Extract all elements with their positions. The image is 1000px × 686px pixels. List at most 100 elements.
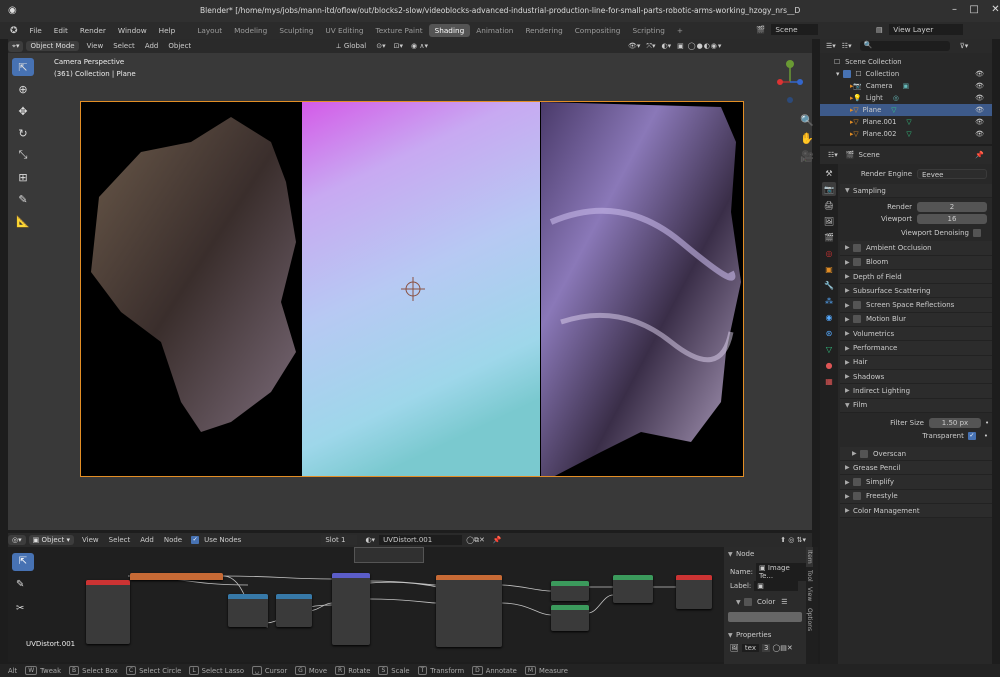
node-editor-canvas[interactable]: ⇱ ✎ ✂ UVDistort.001 (8, 547, 724, 662)
tab-view[interactable]: View (806, 584, 813, 604)
measure-tool-icon[interactable]: 📐 (12, 212, 34, 230)
physics-tab-icon[interactable]: ◉ (822, 310, 836, 324)
viewport-samples-field[interactable]: 16 (917, 214, 987, 225)
tab-texture-paint[interactable]: Texture Paint (369, 24, 428, 37)
transform-orientation[interactable]: Global (344, 42, 366, 50)
material-browse-icon[interactable]: ◐▾ (365, 536, 375, 544)
outliner-item-camera[interactable]: ▸📷 Camera ▣ 👁 (820, 80, 992, 92)
image-users-count[interactable]: 3 (761, 644, 771, 652)
color-checkbox[interactable] (744, 598, 752, 606)
tab-compositing[interactable]: Compositing (569, 24, 627, 37)
particles-tab-icon[interactable]: ⁂ (822, 294, 836, 308)
tab-sculpting[interactable]: Sculpting (273, 24, 319, 37)
eye-icon[interactable]: 👁 (975, 82, 984, 90)
outliner-item-plane[interactable]: ▸▽ Plane ▽ 👁 (820, 104, 992, 116)
outliner-item-light[interactable]: ▸💡 Light ◎ 👁 (820, 92, 992, 104)
editor-type-icon[interactable]: ◎▾ (8, 535, 26, 545)
node-material-output[interactable] (676, 575, 712, 609)
node-color-swatch[interactable] (728, 612, 802, 622)
node-mapping[interactable] (332, 573, 370, 645)
section-indirect-lighting[interactable]: ▶ Indirect Lighting (840, 384, 992, 399)
display-mode-icon[interactable]: ☷▾ (842, 42, 852, 50)
menu-window[interactable]: Window (112, 26, 153, 35)
section-ssr[interactable]: ▶ Screen Space Reflections (840, 298, 992, 313)
zoom-icon[interactable]: 🔍 (800, 112, 814, 130)
tab-animation[interactable]: Animation (470, 24, 519, 37)
xray-icon[interactable]: ▣ (677, 42, 684, 50)
node-mix-shader[interactable] (613, 575, 653, 603)
tool-tab-icon[interactable]: ⚒ (822, 166, 836, 180)
outliner-editor-icon[interactable]: ☰▾ (826, 42, 836, 50)
node-color-row[interactable]: ▼ Color ☰ (724, 595, 806, 609)
annotate-tool-icon[interactable]: ✎ (12, 190, 34, 208)
section-checkbox[interactable] (853, 492, 861, 501)
view-layer-name[interactable]: View Layer (889, 24, 964, 35)
pin-icon[interactable]: 📌 (493, 536, 502, 544)
section-grease-pencil[interactable]: ▶ Grease Pencil (840, 461, 992, 476)
viewport-denoising-checkbox[interactable] (973, 229, 981, 238)
outliner-item-plane-002[interactable]: ▸▽ Plane.002 ▽ 👁 (820, 128, 992, 140)
tab-options[interactable]: Options (806, 605, 813, 634)
node-texture-coordinate[interactable] (86, 580, 130, 644)
node-mapping-a[interactable] (228, 594, 268, 627)
blender-menu-icon[interactable]: ✪ (0, 26, 24, 36)
render-engine-dropdown[interactable]: Eevee (917, 169, 987, 179)
section-ambient-occlusion[interactable]: ▶ Ambient Occlusion (840, 241, 992, 256)
node-menu-node[interactable]: Node (164, 536, 182, 544)
node-annotate-tool-icon[interactable]: ✎ (16, 579, 24, 590)
tab-item[interactable]: Item (806, 547, 813, 567)
navigation-gizmo[interactable] (776, 58, 806, 108)
shader-type-dropdown[interactable]: ▣ Object ▾ (28, 535, 75, 545)
menu-render[interactable]: Render (74, 26, 112, 35)
filter-size-field[interactable]: 1.50 px (929, 418, 981, 429)
node-select-tool-icon[interactable]: ⇱ (12, 553, 34, 571)
editor-type-icon[interactable]: ⌖▾ (8, 40, 24, 52)
viewport-menu-add[interactable]: Add (145, 42, 159, 50)
section-performance[interactable]: ▶ Performance (840, 341, 992, 356)
eye-icon[interactable]: 👁 (975, 118, 984, 126)
node-name-field[interactable]: ▣ Image Te... (756, 563, 806, 581)
menu-edit[interactable]: Edit (48, 26, 74, 35)
image-browse-icon[interactable]: 🖼 (730, 644, 739, 652)
section-volumetrics[interactable]: ▶ Volumetrics (840, 327, 992, 342)
material-actions-icon[interactable]: ◯⧉✕ (466, 536, 485, 545)
image-name-field[interactable]: tex (741, 644, 759, 652)
material-tab-icon[interactable]: ● (822, 358, 836, 372)
slot-dropdown[interactable]: Slot 1 (321, 535, 358, 545)
section-motion-blur[interactable]: ▶ Motion Blur (840, 312, 992, 328)
scene-name[interactable]: Scene (771, 24, 818, 35)
view-layer-selector[interactable]: ▤ View Layer (876, 24, 964, 35)
eye-icon[interactable]: 👁 (975, 106, 984, 114)
menu-help[interactable]: Help (153, 26, 182, 35)
node-sequence[interactable] (130, 573, 223, 580)
section-hair[interactable]: ▶ Hair (840, 355, 992, 370)
data-tab-icon[interactable]: ▽ (822, 342, 836, 356)
section-subsurface-scattering[interactable]: ▶ Subsurface Scattering (840, 284, 992, 299)
menu-file[interactable]: File (24, 26, 48, 35)
outliner-search-input[interactable]: 🔍 (859, 41, 950, 51)
object-tab-icon[interactable]: ▣ (822, 262, 836, 276)
section-color-management[interactable]: ▶ Color Management (840, 504, 992, 519)
section-shadows[interactable]: ▶ Shadows (840, 369, 992, 385)
node-principled[interactable] (551, 581, 589, 601)
snap-icon[interactable]: ⊡▾ (394, 42, 403, 50)
world-tab-icon[interactable]: ◎ (822, 246, 836, 260)
use-nodes-checkbox[interactable]: ✓ (191, 536, 200, 544)
pan-hand-icon[interactable]: ✋ (800, 130, 814, 148)
modifier-tab-icon[interactable]: 🔧 (822, 278, 836, 292)
tab-shading[interactable]: Shading (428, 24, 471, 37)
section-simplify[interactable]: ▶ Simplify (840, 475, 992, 490)
section-checkbox[interactable] (853, 243, 861, 252)
node-image-texture[interactable] (436, 575, 502, 647)
section-checkbox[interactable] (853, 478, 861, 487)
filter-icon[interactable]: ⊽▾ (960, 42, 969, 50)
outliner-scene-collection[interactable]: ☐ Scene Collection (820, 56, 992, 68)
section-depth-of-field[interactable]: ▶ Depth of Field (840, 269, 992, 285)
tab-uv-editing[interactable]: UV Editing (319, 24, 369, 37)
transform-tool-icon[interactable]: ⊞ (12, 168, 34, 186)
minimize-button[interactable]: – (952, 4, 957, 15)
texture-tab-icon[interactable]: ▦ (822, 374, 836, 388)
constraints-tab-icon[interactable]: ⊛ (822, 326, 836, 340)
tab-tool[interactable]: Tool (806, 567, 813, 585)
tab-modeling[interactable]: Modeling (228, 24, 273, 37)
